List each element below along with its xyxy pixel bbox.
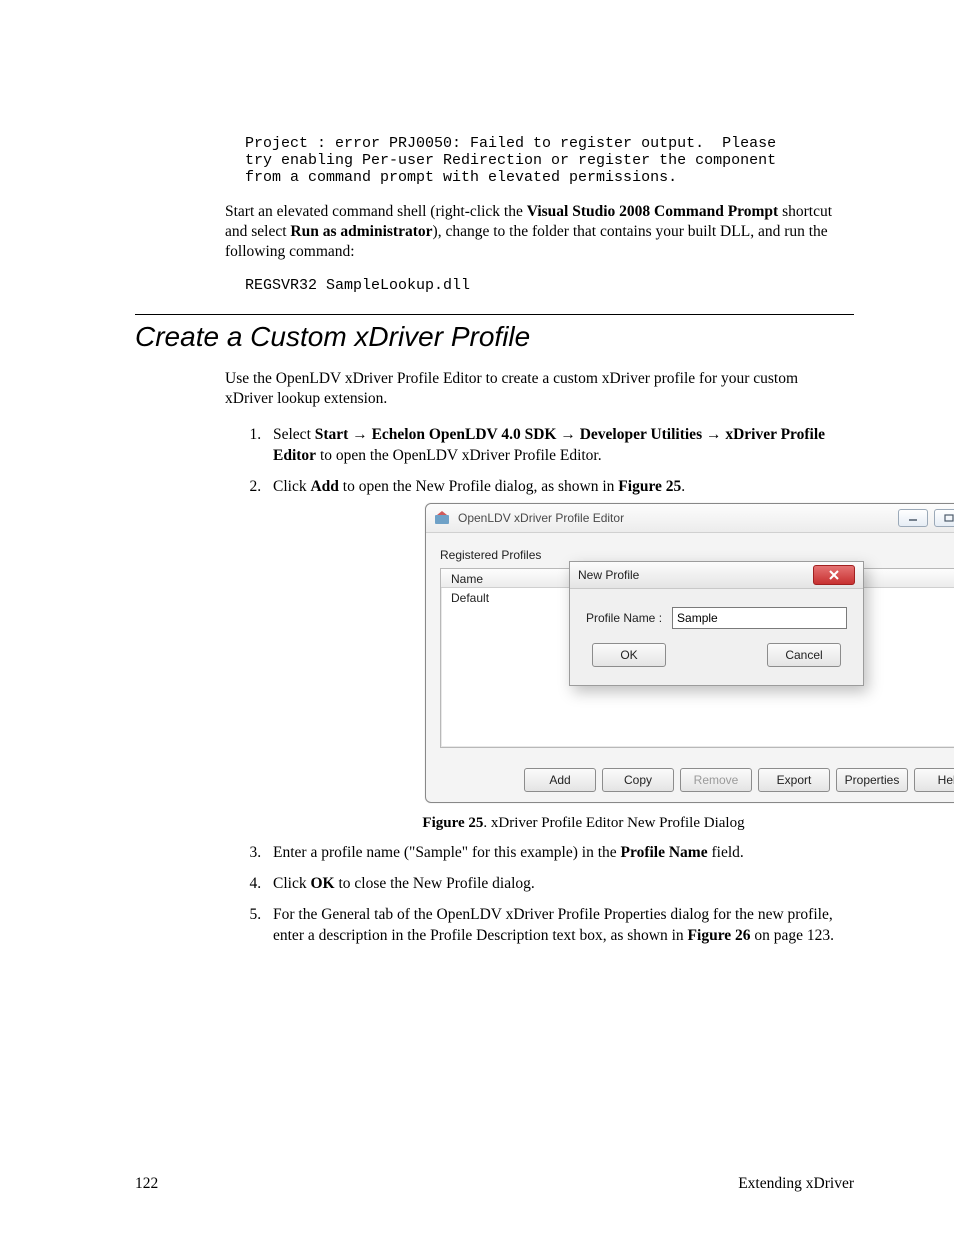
new-profile-dialog: New Profile (569, 561, 864, 686)
text: . xDriver Profile Editor New Profile Dia… (483, 815, 744, 831)
text: Enter a profile name ("Sample" for this … (273, 844, 621, 861)
window-controls (898, 509, 954, 527)
paragraph-elevated-shell: Start an elevated command shell (right-c… (225, 202, 834, 262)
export-button[interactable]: Export (758, 768, 830, 792)
ok-button[interactable]: OK (592, 643, 666, 667)
page-number: 122 (135, 1175, 158, 1193)
step-2: Click Add to open the New Profile dialog… (265, 477, 854, 833)
step-5: For the General tab of the OpenLDV xDriv… (265, 905, 854, 947)
window-titlebar: OpenLDV xDriver Profile Editor (426, 504, 954, 533)
app-icon (434, 510, 450, 526)
dialog-body: Profile Name : OK Cancel (570, 589, 863, 685)
steps-list: Select Start → Echelon OpenLDV 4.0 SDK →… (225, 425, 854, 947)
section-rule (135, 314, 854, 315)
remove-button[interactable]: Remove (680, 768, 752, 792)
window-title: OpenLDV xDriver Profile Editor (458, 510, 898, 526)
profile-name-input[interactable] (672, 607, 847, 629)
profiles-grid[interactable]: Name Default New Profile (440, 568, 954, 748)
copy-button[interactable]: Copy (602, 768, 674, 792)
properties-button[interactable]: Properties (836, 768, 908, 792)
code-regsvr-block: REGSVR32 SampleLookup.dll (245, 277, 854, 294)
dialog-title: New Profile (578, 567, 813, 583)
text: Click (273, 478, 310, 495)
paragraph-intro: Use the OpenLDV xDriver Profile Editor t… (225, 369, 834, 409)
text: field. (708, 844, 744, 861)
section-heading: Create a Custom xDriver Profile (135, 321, 854, 353)
editor-button-bar: Add Copy Remove Export Properties Help (440, 768, 954, 792)
text: to open the New Profile dialog, as shown… (339, 478, 618, 495)
bold: Figure 25 (618, 478, 681, 495)
help-button[interactable]: Help (914, 768, 954, 792)
page-footer: 122 Extending xDriver (135, 1175, 854, 1193)
text: Select (273, 426, 315, 443)
code-error-block: Project : error PRJ0050: Failed to regis… (245, 135, 854, 186)
add-button[interactable]: Add (524, 768, 596, 792)
profile-name-label: Profile Name : (586, 610, 662, 626)
step-3: Enter a profile name ("Sample" for this … (265, 843, 854, 864)
bold: Run as administrator (290, 223, 432, 240)
step-4: Click OK to close the New Profile dialog… (265, 874, 854, 895)
document-page: Project : error PRJ0050: Failed to regis… (0, 0, 954, 1235)
chapter-title: Extending xDriver (738, 1175, 854, 1193)
figure-25: OpenLDV xDriver Profile Editor (425, 503, 954, 802)
text: on page 123. (751, 927, 835, 944)
text: Start an elevated command shell (right-c… (225, 203, 527, 220)
dialog-close-button[interactable] (813, 565, 855, 585)
step-1: Select Start → Echelon OpenLDV 4.0 SDK →… (265, 425, 854, 467)
text: . (681, 478, 685, 495)
bold: Figure 25 (422, 815, 483, 831)
text: to open the OpenLDV xDriver Profile Edit… (316, 447, 602, 464)
bold: Add (310, 478, 338, 495)
profile-name-row: Profile Name : (586, 607, 847, 629)
dialog-button-row: OK Cancel (586, 643, 847, 671)
bold: Figure 26 (688, 927, 751, 944)
dialog-titlebar: New Profile (570, 562, 863, 589)
editor-window: OpenLDV xDriver Profile Editor (425, 503, 954, 802)
minimize-button[interactable] (898, 509, 928, 527)
maximize-button[interactable] (934, 509, 954, 527)
bold: Visual Studio 2008 Command Prompt (527, 203, 778, 220)
text: to close the New Profile dialog. (335, 875, 535, 892)
figure-25-caption: Figure 25. xDriver Profile Editor New Pr… (313, 813, 854, 833)
bold: OK (310, 875, 334, 892)
window-body: Registered Profiles Name Default (426, 533, 954, 801)
bold: Profile Name (621, 844, 708, 861)
cancel-button[interactable]: Cancel (767, 643, 841, 667)
text: Click (273, 875, 310, 892)
row-default: Default (441, 588, 579, 608)
column-name[interactable]: Name (441, 569, 580, 587)
